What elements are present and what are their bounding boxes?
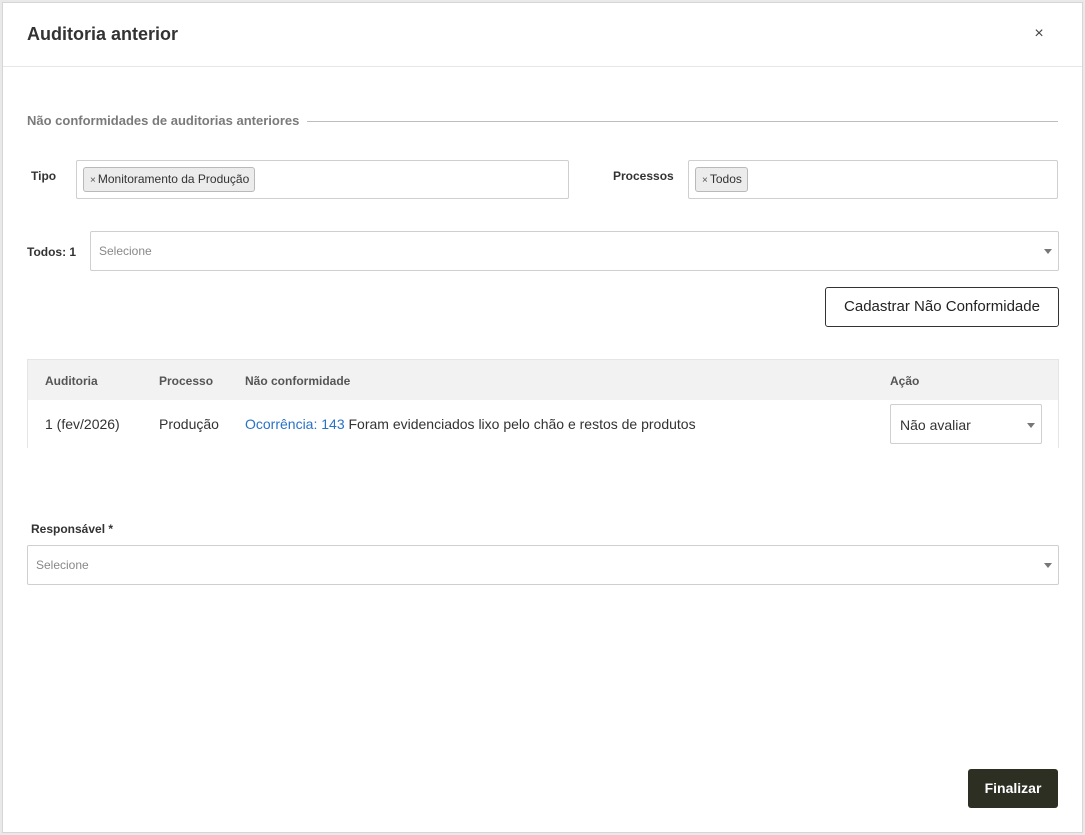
header-processo: Processo (159, 374, 214, 388)
register-nonconformity-button[interactable]: Cadastrar Não Conformidade (825, 287, 1059, 327)
header-nao-conformidade: Não conformidade (245, 374, 351, 388)
processos-multiselect[interactable]: × Todos (688, 160, 1058, 199)
nonconformity-description: Foram evidenciados lixo pelo chão e rest… (348, 416, 696, 432)
occurrence-link[interactable]: Ocorrência: 143 (245, 416, 345, 432)
header-acao: Ação (890, 374, 920, 388)
responsavel-placeholder: Selecione (36, 558, 89, 572)
cell-nao-conformidade: Ocorrência: 143 Foram evidenciados lixo … (245, 416, 696, 432)
finish-button[interactable]: Finalizar (968, 769, 1058, 808)
close-icon[interactable]: × (1032, 25, 1046, 43)
modal-header: Auditoria anterior × (3, 3, 1082, 67)
tipo-multiselect[interactable]: × Monitoramento da Produção (76, 160, 569, 199)
chevron-down-icon (1044, 563, 1052, 568)
todos-select[interactable]: Selecione (90, 231, 1059, 271)
table-row: 1 (fev/2026) Produção Ocorrência: 143 Fo… (28, 400, 1058, 448)
chevron-down-icon (1044, 249, 1052, 254)
cell-auditoria: 1 (fev/2026) (45, 416, 120, 432)
chevron-down-icon (1027, 423, 1035, 428)
table-header: Auditoria Processo Não conformidade Ação (28, 360, 1058, 400)
processos-label: Processos (613, 169, 674, 183)
action-select[interactable]: Não avaliar (890, 404, 1042, 444)
header-auditoria: Auditoria (45, 374, 98, 388)
tipo-tag: × Monitoramento da Produção (83, 167, 256, 192)
nonconformity-table: Auditoria Processo Não conformidade Ação… (27, 359, 1059, 448)
tag-remove-icon[interactable]: × (90, 175, 96, 186)
action-select-value: Não avaliar (900, 417, 971, 433)
responsavel-select[interactable]: Selecione (27, 545, 1059, 585)
processos-tag: × Todos (695, 167, 748, 192)
todos-placeholder: Selecione (99, 244, 152, 258)
modal-title: Auditoria anterior (27, 24, 179, 44)
responsavel-label: Responsável * (31, 522, 114, 536)
todos-label: Todos: 1 (27, 245, 77, 259)
cell-processo: Produção (159, 416, 219, 432)
tag-remove-icon[interactable]: × (702, 175, 708, 186)
section-header: Não conformidades de auditorias anterior… (27, 111, 1058, 131)
tipo-tag-label: Monitoramento da Produção (97, 172, 250, 186)
section-title: Não conformidades de auditorias anterior… (27, 111, 308, 131)
tipo-label: Tipo (31, 169, 57, 183)
processos-tag-label: Todos (709, 172, 742, 186)
audit-modal: Auditoria anterior × Não conformidades d… (2, 2, 1083, 833)
